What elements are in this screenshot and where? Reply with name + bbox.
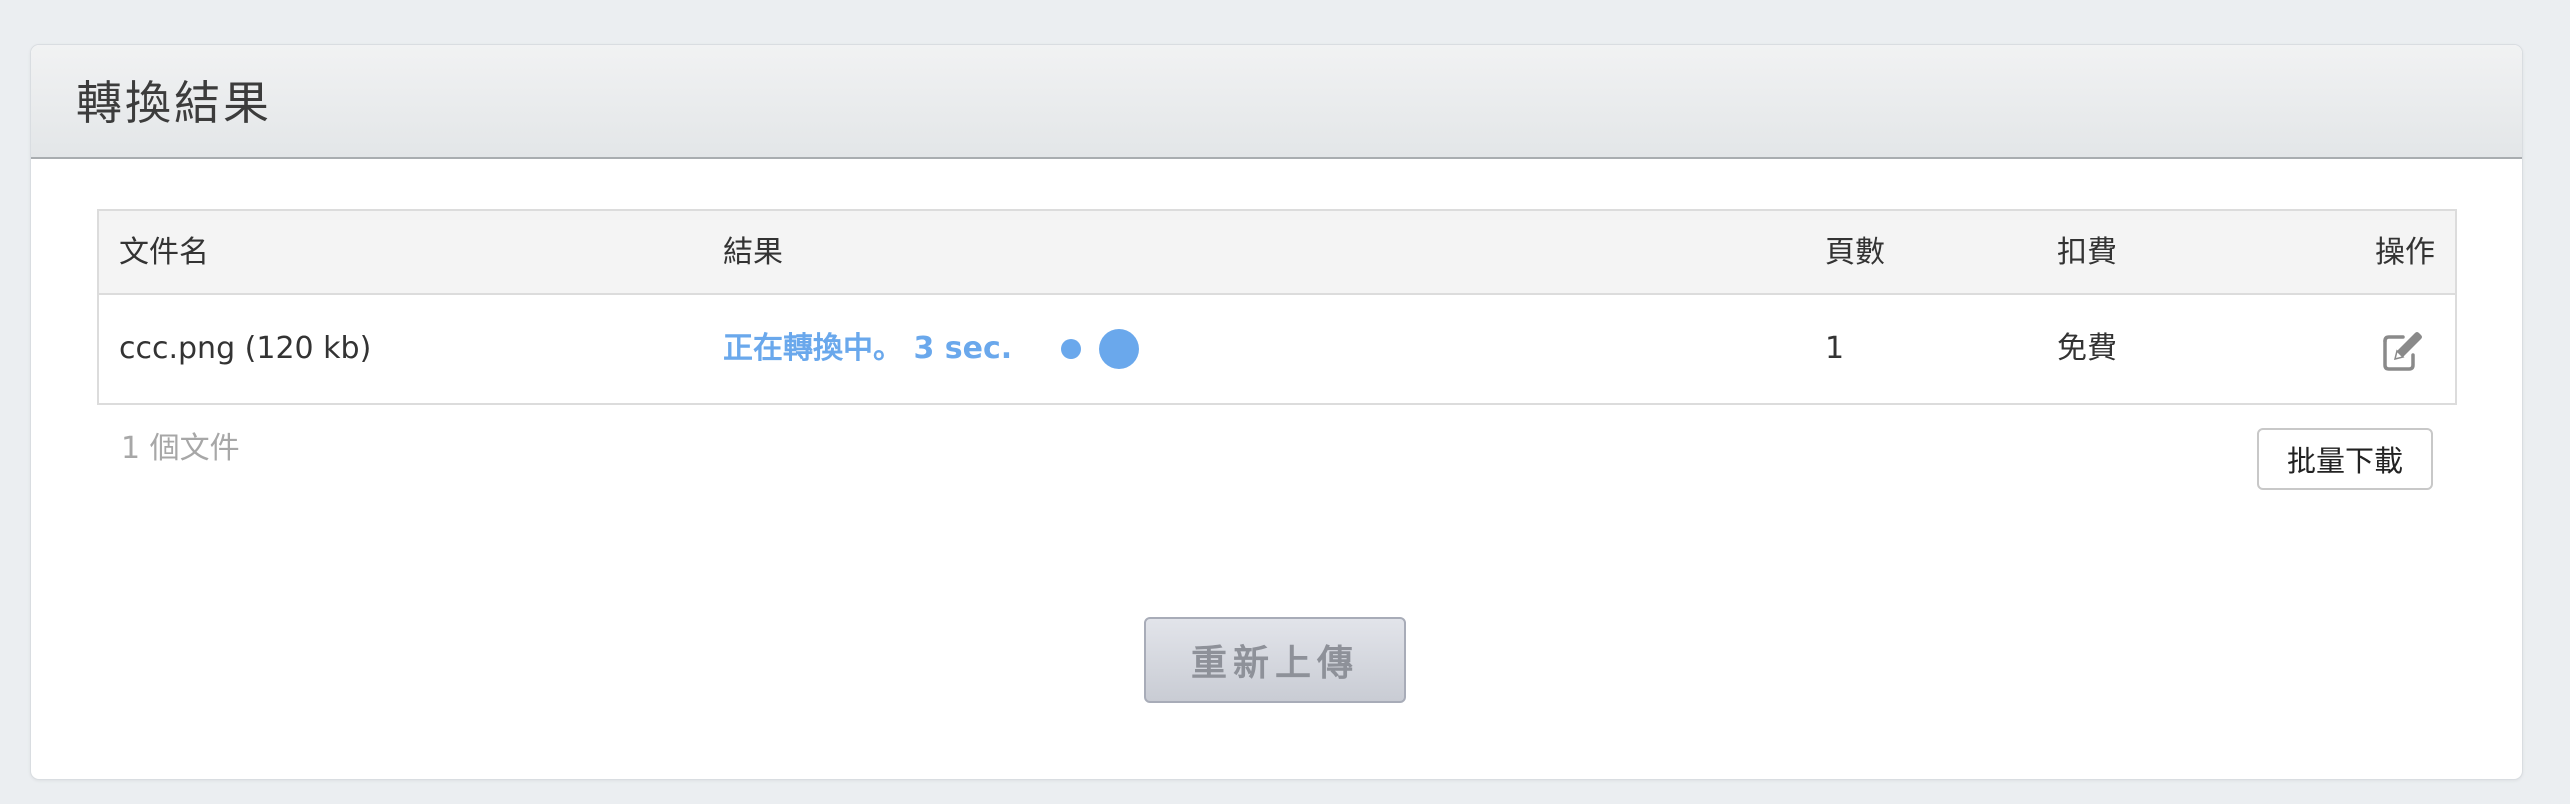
header-pages: 頁數 (1825, 235, 1885, 270)
table-row: ccc.png (120 kb) 正在轉換中。 3 sec. 1 免費 (99, 295, 2455, 403)
header-fee: 扣費 (2057, 235, 2117, 270)
batch-download-button[interactable]: 批量下載 (2257, 428, 2433, 490)
conversion-status: 正在轉換中。 3 sec. (723, 331, 1013, 366)
fee-cell: 免費 (2057, 331, 2117, 366)
conversion-results-panel: 轉換結果 文件名 結果 頁數 扣費 操作 ccc.png (120 kb) 正在… (30, 44, 2523, 780)
header-operation: 操作 (2375, 235, 2435, 270)
table-header-row: 文件名 結果 頁數 扣費 操作 (99, 211, 2455, 295)
edit-icon[interactable] (2379, 327, 2425, 373)
loading-dot-small (1061, 339, 1081, 359)
header-result: 結果 (723, 235, 783, 270)
loading-dot-large (1099, 329, 1139, 369)
page-count-cell: 1 (1825, 331, 1845, 366)
panel-header: 轉換結果 (31, 45, 2522, 159)
reupload-button[interactable]: 重新上傳 (1144, 617, 1406, 703)
header-filename: 文件名 (119, 235, 209, 270)
results-table: 文件名 結果 頁數 扣費 操作 ccc.png (120 kb) 正在轉換中。 … (97, 209, 2457, 405)
file-name-cell: ccc.png (120 kb) (119, 331, 372, 366)
file-count-label: 1 個文件 (121, 431, 240, 466)
panel-title: 轉換結果 (76, 76, 272, 130)
